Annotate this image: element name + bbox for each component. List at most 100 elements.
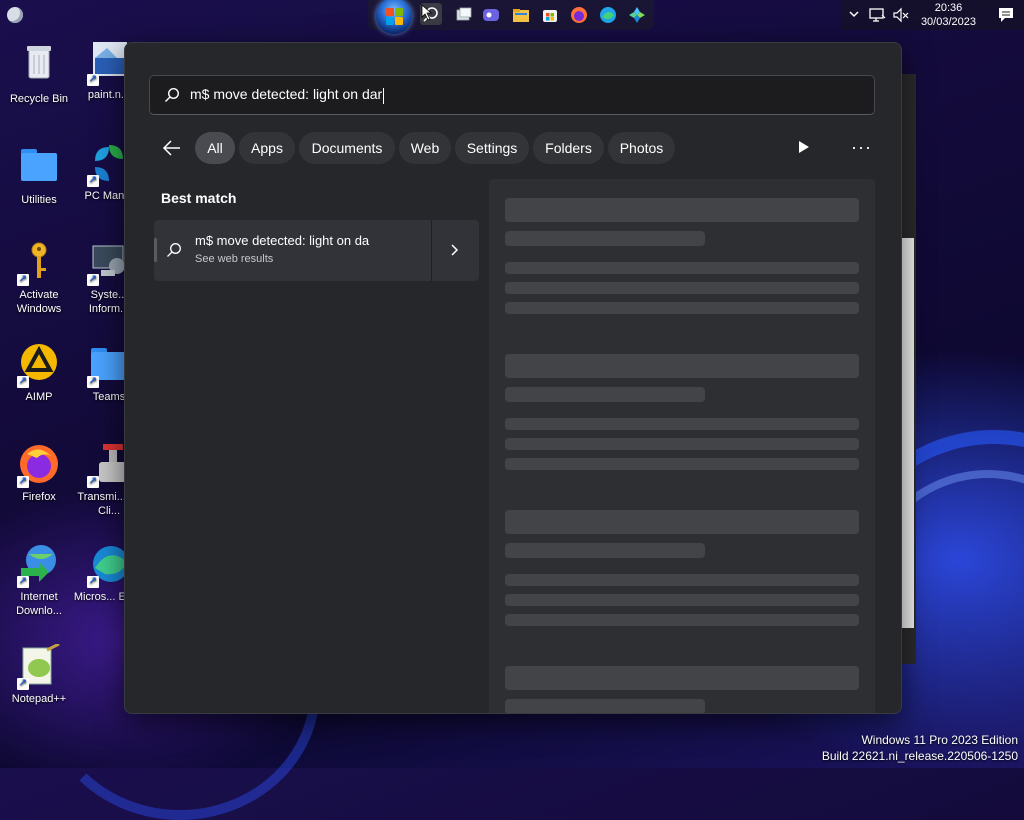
text-caret: [383, 87, 385, 104]
desktop-icon-label: Recycle Bin: [9, 93, 69, 105]
watermark-build: Build 22621.ni_release.220506-1250: [821, 749, 1018, 763]
widgets-button[interactable]: [4, 4, 26, 26]
firefox-icon: ↗: [17, 442, 61, 488]
shortcut-arrow-icon: ↗: [17, 376, 29, 388]
taskbar: 20:36 30/03/2023: [0, 0, 1024, 34]
weather-icon: [7, 7, 23, 23]
search-icon: [167, 243, 181, 257]
desktop-icon-label: Firefox: [22, 491, 56, 503]
selection-indicator: [154, 238, 157, 262]
skeleton-line: [505, 418, 859, 430]
filter-chip-apps[interactable]: Apps: [239, 132, 295, 164]
skeleton-line: [505, 282, 859, 294]
skeleton-line: [505, 198, 859, 222]
skeleton-line: [505, 574, 859, 586]
filter-chip-photos[interactable]: Photos: [608, 132, 675, 164]
file-explorer-icon[interactable]: [512, 6, 530, 24]
shortcut-arrow-icon: ↗: [17, 678, 29, 690]
search-query-text: m$ move detected: light on dar: [190, 86, 383, 103]
background-window-content: [900, 238, 914, 628]
filter-chip-folders[interactable]: Folders: [533, 132, 604, 164]
globe-download-icon: ↗: [17, 542, 61, 588]
recycle-bin-icon: [27, 46, 51, 79]
desktop-icon-activate-windows[interactable]: ↗ Activate Windows: [2, 240, 76, 316]
clock[interactable]: 20:36 30/03/2023: [921, 1, 976, 29]
windows-logo-icon: [386, 17, 394, 25]
chat-icon[interactable]: [482, 6, 500, 24]
photos-icon[interactable]: [628, 6, 646, 24]
store-icon[interactable]: [541, 6, 559, 24]
shortcut-arrow-icon: ↗: [87, 376, 99, 388]
search-icon: [165, 87, 180, 102]
skeleton-line: [505, 387, 705, 402]
desktop-icon-label: AIMP: [25, 391, 53, 403]
windows-logo-icon: [386, 8, 394, 16]
key-icon: ↗: [17, 240, 61, 286]
aimp-icon: ↗: [17, 342, 61, 388]
play-icon[interactable]: [797, 139, 811, 155]
desktop-icon-utilities[interactable]: Utilities: [2, 141, 76, 207]
desktop-icon-internet-download[interactable]: ↗ Internet Downlo...: [2, 542, 76, 618]
desktop-icon-firefox[interactable]: ↗ Firefox: [2, 442, 76, 504]
back-arrow-icon[interactable]: [161, 137, 183, 159]
watermark-edition: Windows 11 Pro 2023 Edition: [861, 733, 1018, 747]
shortcut-arrow-icon: ↗: [17, 476, 29, 488]
skeleton-line: [505, 354, 859, 378]
shortcut-arrow-icon: ↗: [87, 175, 99, 187]
system-tray: 20:36 30/03/2023: [842, 0, 1024, 30]
result-title: m$ move detected: light on da: [195, 233, 370, 248]
shortcut-arrow-icon: ↗: [87, 274, 99, 286]
task-view-icon[interactable]: [455, 6, 473, 24]
windows-logo-icon: [395, 8, 403, 16]
best-match-result[interactable]: m$ move detected: light on da See web re…: [154, 220, 479, 281]
desktop-icon-label: Notepad++: [11, 693, 67, 705]
folder-icon: [21, 149, 57, 181]
skeleton-line: [505, 666, 859, 690]
filter-bar: All Apps Documents Web Settings Folders …: [157, 131, 877, 165]
search-flyout: m$ move detected: light on dar All Apps …: [124, 42, 902, 714]
shortcut-arrow-icon: ↗: [17, 576, 29, 588]
skeleton-line: [505, 438, 859, 450]
skeleton-line: [505, 594, 859, 606]
notepad-plus-plus-icon: ↗: [17, 642, 61, 690]
skeleton-line: [505, 231, 705, 246]
more-options-icon[interactable]: ···: [851, 137, 872, 158]
chevron-up-icon[interactable]: [848, 8, 860, 20]
desktop-icon-label: Utilities: [21, 194, 57, 206]
desktop-icon-recycle-bin[interactable]: Recycle Bin: [2, 40, 76, 106]
search-input[interactable]: m$ move detected: light on dar: [190, 86, 385, 104]
clock-time: 20:36: [934, 2, 963, 14]
skeleton-line: [505, 262, 859, 274]
filter-chip-all[interactable]: All: [195, 132, 235, 164]
skeleton-line: [505, 699, 705, 713]
desktop-icon-aimp[interactable]: ↗ AIMP: [2, 342, 76, 404]
shortcut-arrow-icon: ↗: [87, 576, 99, 588]
shortcut-arrow-icon: ↗: [17, 274, 29, 286]
firefox-icon[interactable]: [570, 6, 588, 24]
result-subtitle: See web results: [195, 253, 274, 265]
desktop-icon-label: Internet Downlo...: [16, 591, 62, 617]
skeleton-line: [505, 458, 859, 470]
windows-build-watermark: Windows 11 Pro 2023 Edition Build 22621.…: [822, 732, 1018, 764]
notifications-icon[interactable]: [997, 6, 1015, 24]
skeleton-line: [505, 614, 859, 626]
search-box[interactable]: m$ move detected: light on dar: [149, 75, 875, 115]
filter-chip-web[interactable]: Web: [399, 132, 451, 164]
clock-date: 30/03/2023: [920, 16, 976, 28]
chevron-right-icon[interactable]: [446, 242, 462, 258]
search-icon[interactable]: [420, 3, 442, 25]
skeleton-line: [505, 543, 705, 558]
windows-logo-icon: [395, 17, 403, 25]
skeleton-line: [505, 302, 859, 314]
skeleton-line: [505, 510, 859, 534]
desktop-icon-notepad-plus-plus[interactable]: ↗ Notepad++: [2, 642, 76, 706]
desktop-icon-label: Activate Windows: [16, 289, 62, 315]
best-match-heading: Best match: [161, 190, 237, 206]
filter-chip-settings[interactable]: Settings: [455, 132, 529, 164]
filter-chip-documents[interactable]: Documents: [299, 132, 395, 164]
network-icon[interactable]: [868, 6, 886, 24]
result-divider: [431, 220, 432, 281]
shortcut-arrow-icon: ↗: [87, 74, 99, 86]
volume-muted-icon[interactable]: [892, 6, 910, 24]
edge-icon[interactable]: [599, 6, 617, 24]
